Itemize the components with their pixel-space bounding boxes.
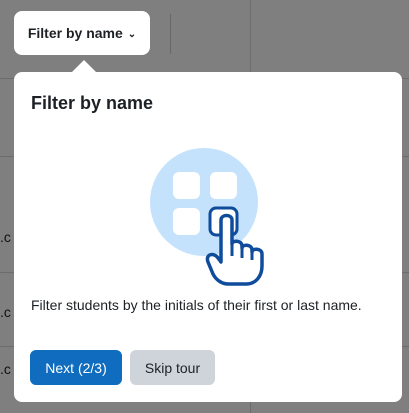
skip-tour-button[interactable]: Skip tour	[130, 350, 215, 385]
tour-step-description: Filter students by the initials of their…	[31, 297, 362, 313]
tap-grid-icon	[150, 148, 274, 288]
filter-by-name-label: Filter by name	[27, 25, 123, 41]
tour-popover: Filter by name Filter students by the in…	[14, 60, 402, 402]
chevron-down-icon: ⌄	[127, 28, 137, 40]
filter-by-name-button[interactable]: Filter by name ⌄	[14, 11, 150, 55]
popover-arrow	[72, 60, 96, 72]
next-step-button[interactable]: Next (2/3)	[30, 350, 122, 385]
tour-step-title: Filter by name	[31, 93, 154, 113]
